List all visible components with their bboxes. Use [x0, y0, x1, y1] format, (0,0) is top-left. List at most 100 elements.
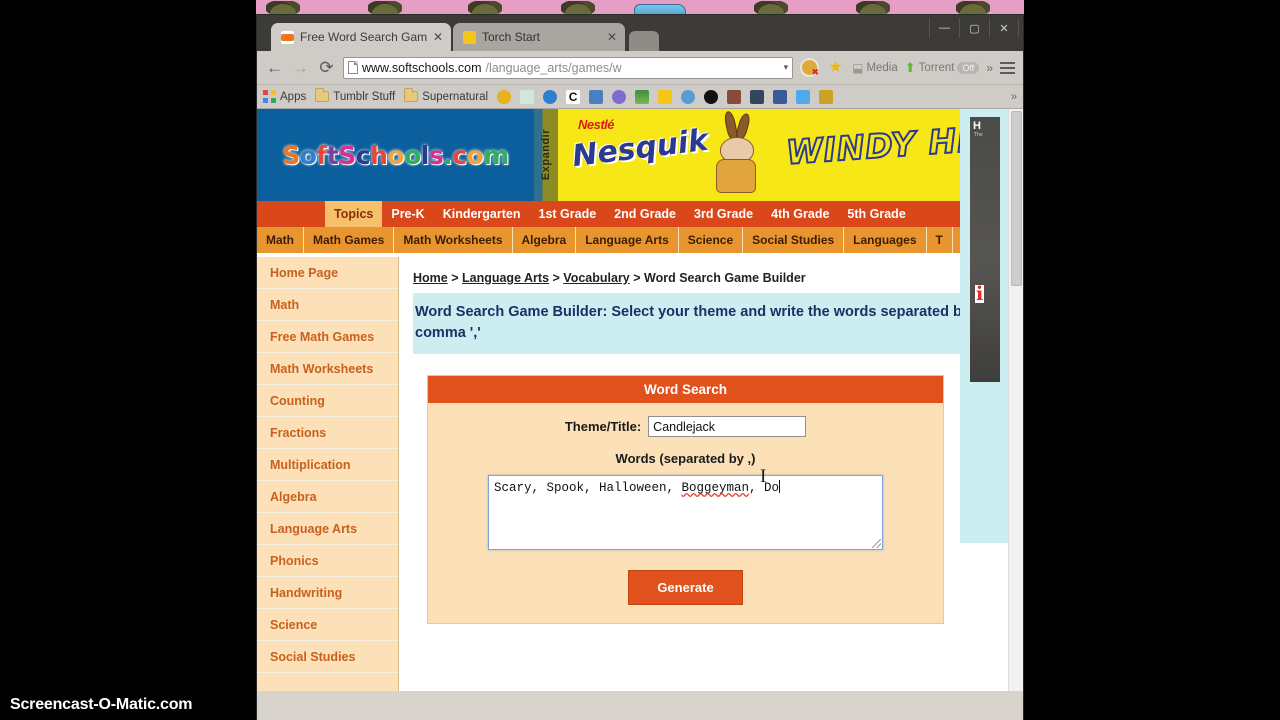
nav-secondary-item-algebra[interactable]: Algebra: [513, 227, 577, 253]
expandir-tab[interactable]: Expandir: [534, 109, 558, 201]
adblock-icon[interactable]: [800, 58, 820, 78]
sidebar-item-social-studies[interactable]: Social Studies: [257, 641, 398, 673]
breadcrumb-item-home[interactable]: Home: [413, 271, 448, 285]
tumblr-icon[interactable]: [750, 89, 765, 104]
logo-letter: o: [466, 140, 484, 170]
vertical-scrollbar-thumb[interactable]: [1011, 111, 1022, 286]
nav-secondary-item-language-arts[interactable]: Language Arts: [576, 227, 679, 253]
bookmark-supernatural[interactable]: Supernatural: [404, 88, 488, 103]
media-button[interactable]: ⬓ Media: [852, 61, 898, 75]
folder-icon: [404, 88, 419, 102]
site-header: SoftSchools.com Expandir Nestlé Nesquik …: [257, 109, 1008, 201]
nav-secondary-item-math[interactable]: Math: [257, 227, 304, 253]
media-icon: ⬓: [852, 60, 864, 75]
address-bar[interactable]: www.softschools.com /language_arts/games…: [343, 56, 794, 79]
nav-primary-item-5th-grade[interactable]: 5th Grade: [838, 201, 914, 227]
vertical-scrollbar[interactable]: [1008, 109, 1023, 691]
circle-blue-icon[interactable]: [681, 89, 696, 104]
breadcrumb-item-vocabulary[interactable]: Vocabulary: [563, 271, 629, 285]
toolbar-overflow-icon[interactable]: »: [986, 61, 993, 75]
reload-icon[interactable]: ⟳: [317, 58, 336, 78]
secondary-nav: Math Math Games Math Worksheets Algebra Lang…: [257, 227, 1008, 253]
logo-letter: l: [420, 140, 430, 170]
right-rail-ad[interactable]: H The i: [970, 117, 1000, 382]
maximize-button[interactable]: ▢: [959, 18, 989, 38]
bookmark-tumblr-stuff[interactable]: Tumblr Stuff: [315, 88, 395, 103]
nav-primary-item-topics[interactable]: Topics: [325, 201, 383, 227]
browser-tab-active[interactable]: Free Word Search Game B ✕: [271, 23, 451, 51]
close-button[interactable]: ✕: [989, 18, 1019, 38]
new-tab-button[interactable]: [629, 31, 659, 51]
page-info-icon[interactable]: [348, 61, 358, 74]
sidebar-item-home-page[interactable]: Home Page: [257, 257, 398, 289]
bookmarks-overflow-icon[interactable]: »: [1011, 91, 1017, 103]
theme-input[interactable]: [648, 416, 807, 438]
site-logo[interactable]: SoftSchools.com: [257, 109, 534, 201]
generate-row: Generate: [428, 570, 943, 606]
left-sidebar: Home Page Math Free Math Games Math Workshe…: [257, 257, 399, 691]
breadcrumb-item-word-search-game-builder: Word Search Game Builder: [644, 271, 806, 285]
bot-icon[interactable]: [520, 89, 535, 104]
bookmark-star-icon[interactable]: ★: [826, 58, 845, 77]
words-textarea[interactable]: Scary, Spook, Halloween, Boggeyman, Do: [488, 475, 883, 551]
nav-secondary-item-science[interactable]: Science: [679, 227, 744, 253]
sidebar-item-science[interactable]: Science: [257, 609, 398, 641]
alien-icon[interactable]: [612, 89, 627, 104]
sidebar-item-algebra[interactable]: Algebra: [257, 481, 398, 513]
nav-secondary-item-math-worksheets[interactable]: Math Worksheets: [394, 227, 513, 253]
torrent-button[interactable]: ⬆ Torrent Off: [905, 60, 980, 76]
bookmark-apps[interactable]: Apps: [263, 90, 306, 103]
textarea-resize-handle[interactable]: [872, 539, 881, 549]
nav-secondary-item-languages[interactable]: Languages: [844, 227, 927, 253]
sidebar-item-free-math-games[interactable]: Free Math Games: [257, 321, 398, 353]
sidebar-item-fractions[interactable]: Fractions: [257, 417, 398, 449]
tab-close-icon[interactable]: ✕: [607, 30, 617, 44]
sidebar-item-handwriting[interactable]: Handwriting: [257, 577, 398, 609]
sidebar-item-math[interactable]: Math: [257, 289, 398, 321]
sidebar-item-phonics[interactable]: Phonics: [257, 545, 398, 577]
yellow-circle-icon[interactable]: [497, 89, 512, 104]
breadcrumb-item-language-arts[interactable]: Language Arts: [462, 271, 549, 285]
word-search-favicon-icon: [281, 30, 294, 44]
letter-c-icon[interactable]: C: [566, 89, 581, 104]
facebook-icon[interactable]: [773, 89, 788, 104]
green-bar-icon[interactable]: [635, 89, 650, 104]
menu-hamburger-icon[interactable]: [1000, 61, 1015, 74]
imdb-icon[interactable]: [658, 89, 673, 104]
quik-bunny-icon: [708, 110, 772, 201]
nav-secondary-item-social-studies[interactable]: Social Studies: [743, 227, 845, 253]
nav-primary-item-pre-k[interactable]: Pre-K: [382, 201, 433, 227]
nav-primary-item-kindergarten[interactable]: Kindergarten: [434, 201, 530, 227]
nav-secondary-item-t[interactable]: T: [927, 227, 953, 253]
translate-icon[interactable]: [589, 89, 604, 104]
tab-strip: Free Word Search Game B ✕ Torch Start ✕ …: [257, 15, 1023, 51]
chevron-down-icon[interactable]: ▾: [784, 62, 789, 73]
twitter-icon[interactable]: [796, 89, 811, 104]
magnifier-blue-icon[interactable]: [543, 89, 558, 104]
theme-row: Theme/Title:: [428, 416, 943, 438]
minimize-button[interactable]: —: [929, 18, 959, 38]
logo-letter: f: [316, 140, 327, 170]
tab-close-icon[interactable]: ✕: [433, 30, 443, 44]
right-rail-info-icon[interactable]: i: [975, 285, 985, 304]
avatar-icon[interactable]: [727, 89, 742, 104]
sidebar-item-counting[interactable]: Counting: [257, 385, 398, 417]
back-icon[interactable]: ←: [265, 58, 284, 78]
sidebar-item-math-worksheets[interactable]: Math Worksheets: [257, 353, 398, 385]
nav-primary-item-2nd-grade[interactable]: 2nd Grade: [605, 201, 685, 227]
sidebar-item-language-arts[interactable]: Language Arts: [257, 513, 398, 545]
nav-primary-item-3rd-grade[interactable]: 3rd Grade: [685, 201, 762, 227]
forward-icon[interactable]: →: [291, 58, 310, 78]
nav-primary-item-4th-grade[interactable]: 4th Grade: [762, 201, 838, 227]
words-textarea-text: Scary, Spook, Halloween, Boggeyman, Do: [494, 480, 877, 496]
word-search-form-panel: Word Search Theme/Title: Words (separate…: [427, 375, 944, 625]
skype-icon[interactable]: [704, 89, 719, 104]
nav-primary-item-1st-grade[interactable]: 1st Grade: [530, 201, 606, 227]
generate-button[interactable]: Generate: [628, 570, 743, 606]
tumblr-gold-icon[interactable]: [819, 89, 834, 104]
nav-secondary-item-math-games[interactable]: Math Games: [304, 227, 395, 253]
browser-tab-inactive[interactable]: Torch Start ✕: [453, 23, 625, 51]
browser-window: Free Word Search Game B ✕ Torch Start ✕ …: [256, 14, 1024, 720]
sidebar-item-multiplication[interactable]: Multiplication: [257, 449, 398, 481]
nesquik-ad-banner[interactable]: Nestlé Nesquik WINDY HILL: [558, 109, 1008, 201]
